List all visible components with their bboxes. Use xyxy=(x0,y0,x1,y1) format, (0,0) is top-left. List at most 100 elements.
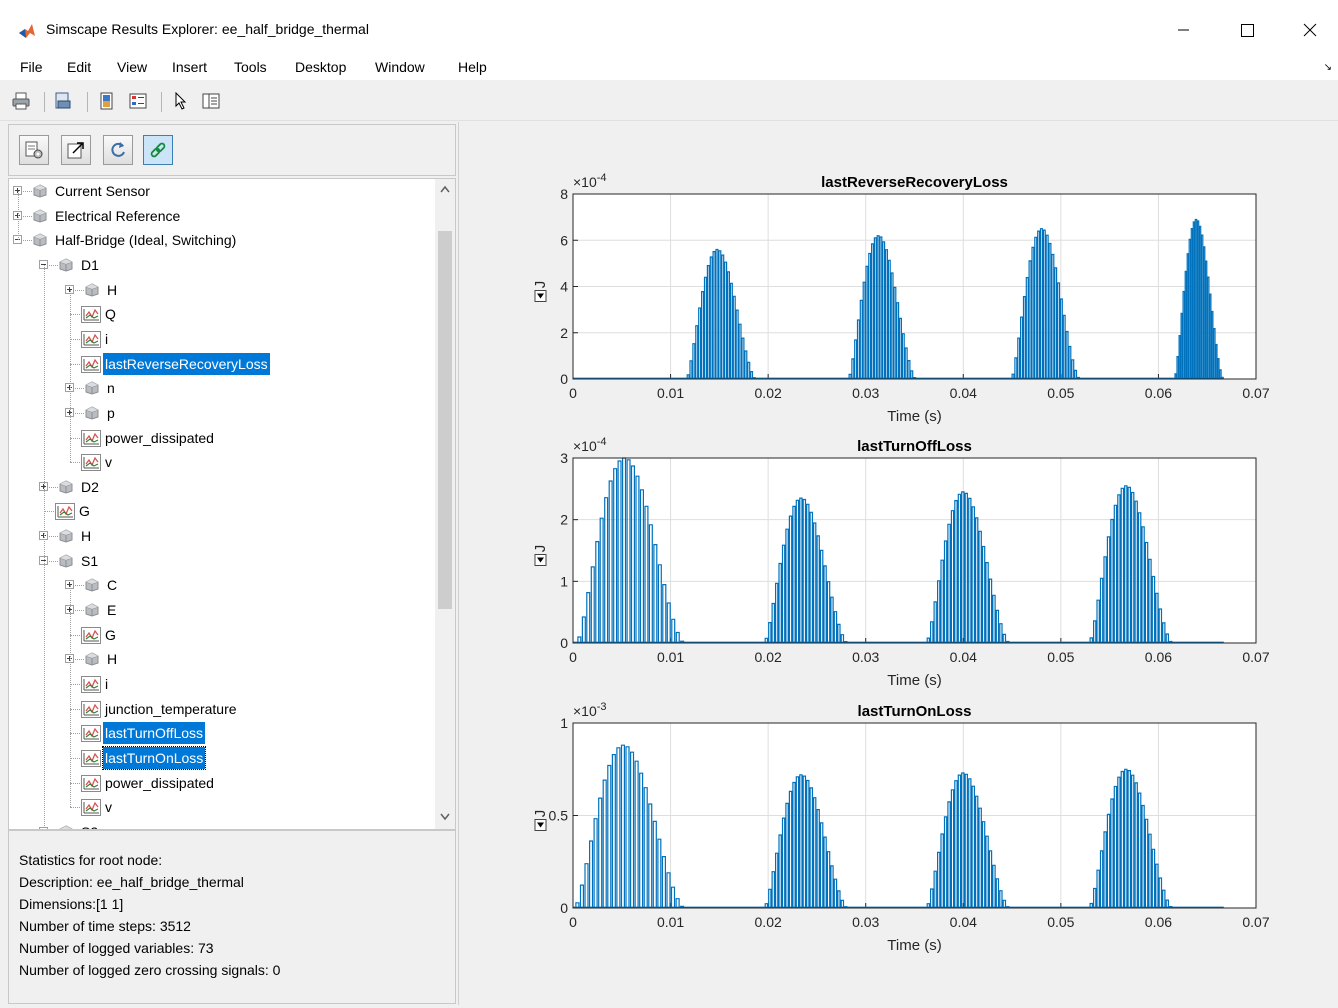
link-plots-button[interactable] xyxy=(143,135,173,165)
signal-plot-icon xyxy=(81,749,101,767)
print-preview-icon[interactable] xyxy=(54,92,72,110)
tree-item-label: D2 xyxy=(81,478,99,495)
options-button[interactable] xyxy=(19,135,49,165)
node-cube-icon xyxy=(85,652,99,666)
x-tick-label: 0 xyxy=(569,385,577,401)
tree-item[interactable]: H xyxy=(9,648,435,670)
x-tick-label: 0 xyxy=(569,914,577,930)
axes-background xyxy=(573,458,1256,643)
tree-vertical-scrollbar[interactable] xyxy=(435,179,455,829)
x-tick-label: 0.04 xyxy=(950,914,977,930)
tree-item[interactable]: power_dissipated xyxy=(9,427,435,449)
signal-plot-icon xyxy=(81,355,101,373)
left-panel: Current Sensor Electrical Reference Half-B… xyxy=(8,124,456,1004)
tree-item[interactable]: p xyxy=(9,402,435,424)
tree-item[interactable]: Half-Bridge (Ideal, Switching) xyxy=(9,229,435,251)
refresh-icon xyxy=(111,142,125,157)
tree-item[interactable]: lastTurnOnLoss xyxy=(9,745,435,770)
menu-help[interactable]: Help xyxy=(458,59,487,75)
plot-in-new-figure-button[interactable] xyxy=(61,135,91,165)
tree-item[interactable]: lastReverseRecoveryLoss xyxy=(9,352,435,375)
tree-scroll-thumb[interactable] xyxy=(438,231,452,609)
window-title: Simscape Results Explorer: ee_half_bridg… xyxy=(46,21,369,37)
options-icon xyxy=(25,141,43,159)
menu-edit[interactable]: Edit xyxy=(67,59,91,75)
tree-item[interactable]: C xyxy=(9,574,435,596)
x-tick-label: 0 xyxy=(569,649,577,665)
tree-item[interactable]: D2 xyxy=(9,476,435,498)
tree-item[interactable]: junction_temperature xyxy=(9,698,435,720)
x-tick-label: 0.07 xyxy=(1242,914,1269,930)
tree-item[interactable]: E xyxy=(9,599,435,621)
tree-item[interactable]: lastTurnOffLoss xyxy=(9,722,435,745)
x-tick-label: 0.05 xyxy=(1047,914,1074,930)
print-icon[interactable] xyxy=(12,92,30,110)
menu-file[interactable]: File xyxy=(20,59,43,75)
signal-plot-icon xyxy=(81,700,101,718)
tree-item[interactable]: D1 xyxy=(9,254,435,276)
y-axis-label: J xyxy=(532,281,549,289)
colorbar-icon[interactable] xyxy=(98,92,116,110)
x-tick-label: 0.04 xyxy=(950,385,977,401)
tree-item[interactable]: v xyxy=(9,796,435,818)
menu-desktop[interactable]: Desktop xyxy=(295,59,346,75)
menu-insert[interactable]: Insert xyxy=(172,59,207,75)
tree-item[interactable]: S2 xyxy=(9,821,435,829)
toolbar-separator xyxy=(87,92,88,112)
menu-tools[interactable]: Tools xyxy=(234,59,267,75)
x-tick-label: 0.02 xyxy=(755,649,782,665)
tree-item-label: i xyxy=(105,676,109,692)
y-tick-label: 0 xyxy=(560,900,568,916)
node-cube-icon xyxy=(85,283,99,297)
tree-item-label: H xyxy=(81,528,92,545)
minimize-button[interactable] xyxy=(1161,12,1207,48)
scroll-down-icon[interactable] xyxy=(440,813,450,821)
plots-canvas[interactable]: 0 0.01 0.02 0.03 0.04 0.05 0.06 0.07 0 2 4 6 8 lastRe… xyxy=(462,122,1338,1005)
tree-item[interactable]: v xyxy=(9,451,435,473)
tree-item[interactable]: G xyxy=(9,500,435,522)
signal-plot-icon xyxy=(81,454,101,472)
y-tick-label: 2 xyxy=(560,325,568,341)
maximize-icon xyxy=(1240,23,1254,37)
tree-item[interactable]: Q xyxy=(9,303,435,325)
exponent-power: -4 xyxy=(597,172,607,184)
tree-item[interactable]: H xyxy=(9,525,435,547)
tree-item[interactable]: S1 xyxy=(9,550,435,572)
tree-item-label: G xyxy=(105,626,116,643)
tree-item[interactable]: n xyxy=(9,377,435,399)
menu-window[interactable]: Window xyxy=(375,59,425,75)
tree-item[interactable]: G xyxy=(9,624,435,646)
tree-item[interactable]: Current Sensor xyxy=(9,180,435,202)
property-inspector-icon[interactable] xyxy=(202,92,220,110)
x-tick-label: 0.02 xyxy=(755,914,782,930)
y-tick-label: 1 xyxy=(560,715,568,731)
tree-item[interactable]: H xyxy=(9,279,435,301)
tree-item-label: H xyxy=(107,281,118,298)
x-tick-label: 0.01 xyxy=(657,385,684,401)
tree-item[interactable]: Electrical Reference xyxy=(9,205,435,227)
stats-heading: Statistics for root node: xyxy=(19,852,163,868)
legend-icon[interactable] xyxy=(129,92,147,110)
menu-overflow-arrow-icon[interactable]: ↘ xyxy=(1324,62,1332,73)
scroll-up-icon[interactable] xyxy=(440,185,450,193)
menu-view[interactable]: View xyxy=(117,59,147,75)
tree-item[interactable]: power_dissipated xyxy=(9,772,435,794)
pointer-arrow-icon[interactable] xyxy=(172,92,190,110)
tree-item-label: Electrical Reference xyxy=(55,207,181,224)
x-tick-label: 0.03 xyxy=(852,385,879,401)
close-button[interactable] xyxy=(1287,12,1333,48)
node-cube-icon xyxy=(85,406,99,420)
tree-item[interactable]: i xyxy=(9,673,435,695)
panel-divider[interactable] xyxy=(458,122,459,1005)
chart-title: lastReverseRecoveryLoss xyxy=(821,174,1008,191)
statistics-panel: Statistics for root node: Description: e… xyxy=(8,830,456,1004)
tree-item-label: v xyxy=(105,454,112,471)
tree-item-label: D1 xyxy=(81,256,99,273)
reload-button[interactable] xyxy=(103,135,133,165)
tree-item[interactable]: i xyxy=(9,328,435,350)
maximize-button[interactable] xyxy=(1224,12,1270,48)
y-tick-label: 2 xyxy=(560,512,568,528)
stats-logged-variables: Number of logged variables: 73 xyxy=(19,940,214,956)
figure-toolbar xyxy=(0,80,1338,121)
results-tree[interactable]: Current Sensor Electrical Reference Half-B… xyxy=(8,178,456,830)
